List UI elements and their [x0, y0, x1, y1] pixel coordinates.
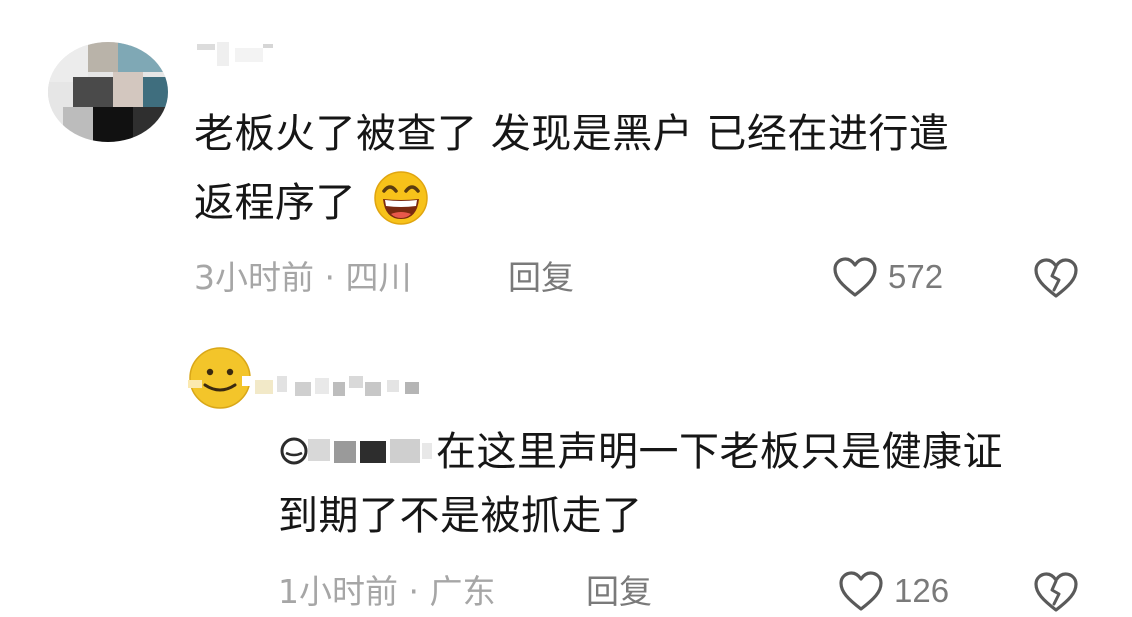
- reply-button[interactable]: 回复: [508, 258, 574, 298]
- broken-heart-icon[interactable]: [1032, 570, 1080, 614]
- avatar[interactable]: [48, 42, 168, 142]
- comment-meta: 3小时前 · 四川: [194, 258, 412, 297]
- avatar[interactable]: [188, 346, 252, 410]
- like-button[interactable]: 572: [832, 256, 943, 298]
- like-button[interactable]: 126: [838, 570, 949, 612]
- comment-text-line: 老板火了被查了 发现是黑户 已经在进行遣: [194, 111, 950, 157]
- reply-meta: 1小时前 · 广东: [278, 572, 496, 611]
- reply-text-line: 在这里声明一下老板只是健康证: [436, 429, 1003, 475]
- like-count: 572: [888, 258, 944, 295]
- broken-heart-icon[interactable]: [1032, 256, 1080, 300]
- mention-redacted[interactable]: [278, 427, 436, 471]
- username-redacted[interactable]: [195, 42, 285, 68]
- laughing-emoji-icon: [374, 171, 428, 225]
- heart-outline-icon: [833, 257, 877, 297]
- reply-text-line: 到期了不是被抓走了: [278, 493, 643, 539]
- like-count: 126: [894, 572, 950, 609]
- comment-text: 老板火了被查了 发现是黑户 已经在进行遣 返程序了: [194, 106, 949, 226]
- reply-button[interactable]: 回复: [586, 572, 652, 612]
- reply-text: 在这里声明一下老板只是健康证 到期了不是被抓走了: [278, 424, 1003, 544]
- username-redacted[interactable]: [255, 368, 425, 402]
- comment-text-line: 返程序了: [194, 180, 356, 226]
- heart-outline-icon: [839, 571, 883, 611]
